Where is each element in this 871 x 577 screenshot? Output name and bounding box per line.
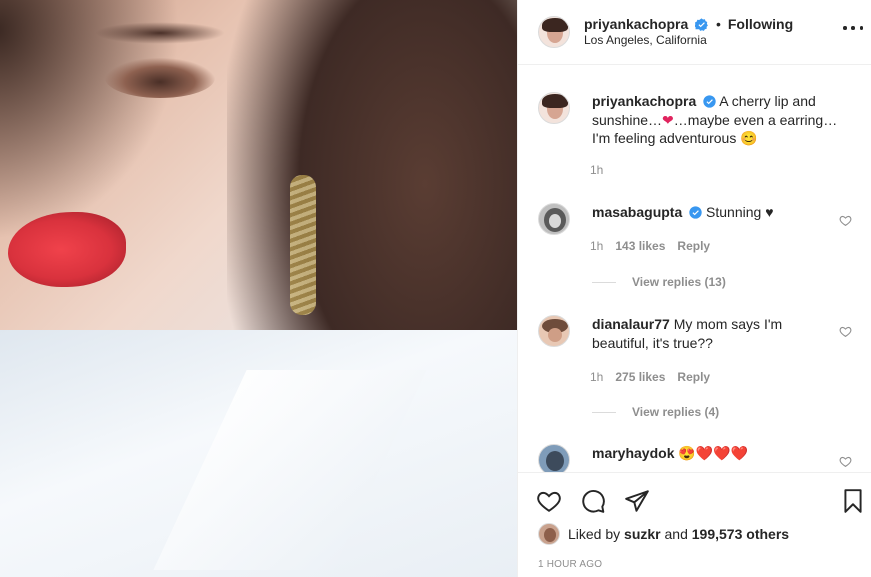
likes-summary: Liked by suzkr and 199,573 others (538, 523, 789, 545)
comment-meta: 1h 143 likes Reply (590, 239, 710, 253)
more-options-icon[interactable] (843, 18, 863, 38)
photo-lips (8, 212, 126, 287)
replies-divider (592, 411, 616, 413)
post-side-panel: priyankachopra • Following Los Angeles, … (517, 0, 871, 577)
view-replies-button[interactable]: View replies (4) (592, 405, 719, 419)
like-comment-heart-icon[interactable] (839, 455, 852, 468)
like-comment-heart-icon[interactable] (839, 214, 852, 227)
comment-item: masabagupta Stunning ♥ (538, 203, 858, 235)
likes-middle: and (664, 526, 688, 542)
reply-button[interactable]: Reply (677, 239, 710, 253)
comment-meta: 1h 275 likes Reply (590, 370, 710, 384)
like-comment-heart-icon[interactable] (839, 325, 852, 338)
caption-meta: 1h (590, 163, 603, 177)
comment-avatar[interactable] (538, 444, 570, 472)
post-location[interactable]: Los Angeles, California (584, 32, 793, 48)
caption-username[interactable]: priyankachopra (592, 93, 696, 109)
caption-time[interactable]: 1h (590, 163, 603, 177)
comments-list[interactable]: priyankachopra A cherry lip and sunshine… (518, 66, 871, 472)
header-separator: • (716, 16, 721, 32)
like-heart-icon[interactable] (536, 488, 562, 514)
comment-username[interactable]: masabagupta (592, 204, 682, 220)
view-replies-label[interactable]: View replies (4) (632, 405, 719, 419)
caption: priyankachopra A cherry lip and sunshine… (538, 92, 858, 148)
reply-button[interactable]: Reply (677, 370, 710, 384)
photo-brow (95, 22, 225, 44)
view-replies-button[interactable]: View replies (13) (592, 275, 726, 289)
heart-emoji-icon: ❤ (662, 111, 674, 128)
following-button[interactable]: Following (728, 16, 793, 32)
share-direct-icon[interactable] (624, 488, 650, 514)
comment-item: dianalaur77 My mom says I'm beautiful, i… (538, 315, 858, 352)
post-timestamp[interactable]: 1 HOUR AGO (538, 559, 602, 570)
comment-likes[interactable]: 275 likes (615, 370, 665, 384)
comment-bubble-icon[interactable] (580, 488, 606, 514)
comment-avatar[interactable] (538, 315, 570, 347)
bookmark-icon[interactable] (840, 488, 866, 514)
comment-username[interactable]: maryhaydok (592, 445, 674, 461)
smile-emoji-icon: 😊 (740, 130, 758, 146)
comment-body: masabagupta Stunning ♥ (592, 203, 822, 235)
header-info: priyankachopra • Following Los Angeles, … (584, 16, 793, 48)
comment-body: maryhaydok 😍❤️❤️❤️ (592, 444, 822, 472)
view-replies-label[interactable]: View replies (13) (632, 275, 726, 289)
comment-item: maryhaydok 😍❤️❤️❤️ (538, 444, 858, 472)
likes-others-button[interactable]: 199,573 others (692, 526, 789, 542)
comment-text: 😍❤️❤️❤️ (678, 445, 749, 461)
comment-time[interactable]: 1h (590, 370, 603, 384)
comment-text: Stunning ♥ (706, 204, 774, 220)
replies-divider (592, 281, 616, 283)
comment-body: dianalaur77 My mom says I'm beautiful, i… (592, 315, 822, 352)
photo-earring (290, 175, 316, 315)
likes-prefix: Liked by (568, 526, 621, 542)
comment-likes[interactable]: 143 likes (615, 239, 665, 253)
post-header: priyankachopra • Following Los Angeles, … (518, 0, 871, 65)
caption-body: priyankachopra A cherry lip and sunshine… (592, 92, 842, 148)
author-avatar[interactable] (538, 16, 570, 48)
liker-avatar[interactable] (538, 523, 560, 545)
verified-badge-icon (703, 95, 716, 108)
comment-time[interactable]: 1h (590, 239, 603, 253)
likes-text: Liked by suzkr and 199,573 others (568, 526, 789, 542)
author-username[interactable]: priyankachopra (584, 16, 688, 32)
comment-avatar[interactable] (538, 203, 570, 235)
liker-username[interactable]: suzkr (624, 526, 661, 542)
post-photo[interactable] (0, 0, 517, 577)
verified-badge-icon (695, 18, 709, 31)
photo-eye (105, 58, 215, 98)
post-actions: Liked by suzkr and 199,573 others 1 HOUR… (518, 472, 871, 577)
caption-avatar[interactable] (538, 92, 570, 124)
comment-username[interactable]: dianalaur77 (592, 316, 670, 332)
verified-badge-icon (689, 206, 702, 219)
